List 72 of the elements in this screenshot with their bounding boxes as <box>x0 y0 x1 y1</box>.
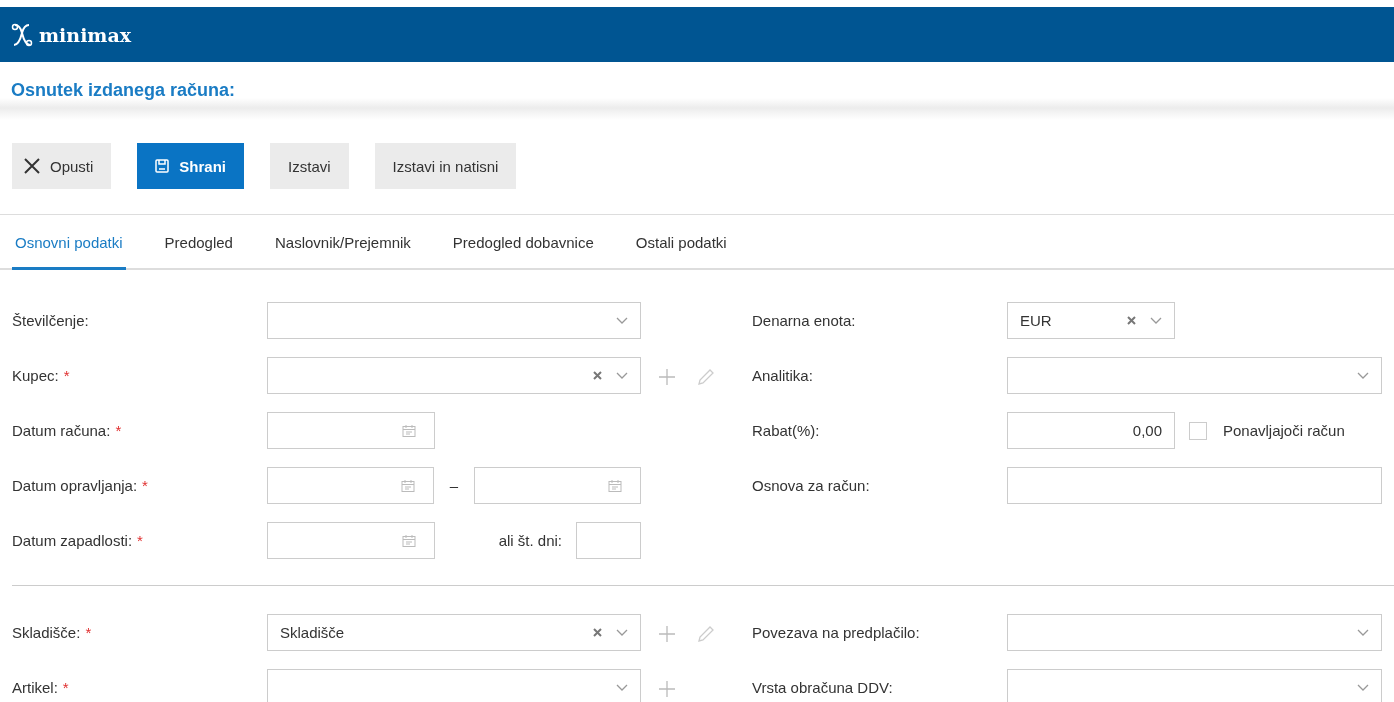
calendar-icon[interactable] <box>402 534 416 547</box>
clear-icon[interactable] <box>1127 316 1136 325</box>
calendar-icon[interactable] <box>402 424 416 437</box>
days-label: ali št. dni: <box>498 532 562 549</box>
action-button[interactable]: Izstavi in natisni <box>374 143 517 189</box>
required-mark: * <box>63 367 70 384</box>
select-field[interactable]: EUR <box>1007 302 1175 339</box>
select-field[interactable] <box>1007 614 1382 651</box>
required-mark: * <box>115 422 122 439</box>
plus-icon[interactable] <box>659 680 675 697</box>
select-field[interactable]: Skladišče <box>267 614 641 651</box>
clear-icon[interactable] <box>593 371 602 380</box>
date-field[interactable] <box>267 522 435 559</box>
save-icon <box>155 159 170 173</box>
field-label: Datum računa: <box>12 422 111 439</box>
field-label: Skladišče: <box>12 624 81 641</box>
pencil-icon[interactable] <box>697 367 715 386</box>
date-field[interactable] <box>267 412 435 449</box>
checkbox-label: Ponavljajoči račun <box>1223 422 1345 439</box>
field-label: Osnova za račun: <box>752 477 870 494</box>
date-field[interactable] <box>267 467 434 504</box>
select-field[interactable] <box>267 302 641 339</box>
select-field[interactable] <box>267 357 641 394</box>
select-field[interactable] <box>1007 669 1382 702</box>
range-dash: – <box>449 477 459 494</box>
field-label: Datum opravljanja: <box>12 477 138 494</box>
field-label: Artikel: <box>12 679 58 696</box>
chevron-down-icon[interactable] <box>1357 628 1369 637</box>
chevron-down-icon[interactable] <box>616 683 628 692</box>
calendar-icon[interactable] <box>400 479 415 492</box>
select-field[interactable] <box>267 669 641 702</box>
tab[interactable]: Naslovnik/Prejemnik <box>271 215 414 270</box>
chevron-down-icon[interactable] <box>1357 683 1369 692</box>
field-label: Denarna enota: <box>752 312 856 329</box>
clear-icon[interactable] <box>593 628 602 637</box>
required-mark: * <box>62 679 69 696</box>
plus-icon[interactable] <box>659 625 675 642</box>
chevron-down-icon[interactable] <box>616 371 628 380</box>
tab[interactable]: Ostali podatki <box>632 215 730 270</box>
text-field[interactable] <box>1007 467 1382 504</box>
page-title: Osnutek izdanega računa: <box>10 79 237 98</box>
calendar-icon[interactable] <box>608 479 622 492</box>
number-field[interactable]: 0,00 <box>1007 412 1175 449</box>
field-label: Rabat(%): <box>752 422 820 439</box>
chevron-down-icon[interactable] <box>1357 371 1369 380</box>
required-mark: * <box>142 477 148 494</box>
field-label: Datum zapadlosti: <box>12 532 133 549</box>
action-button[interactable]: Izstavi <box>270 143 349 189</box>
tab[interactable]: Osnovni podatki <box>12 215 126 270</box>
logo-text: minimax <box>39 23 132 46</box>
field-label: Številčenje: <box>12 312 89 329</box>
checkbox[interactable] <box>1189 421 1207 440</box>
field-label: Analitika: <box>752 367 813 384</box>
save-button[interactable]: Shrani <box>137 143 245 189</box>
required-mark: * <box>85 624 92 641</box>
plus-icon[interactable] <box>659 368 675 385</box>
pencil-icon[interactable] <box>697 624 715 643</box>
field-label: Povezava na predplačilo: <box>752 624 920 641</box>
required-mark: * <box>137 532 143 549</box>
date-field[interactable] <box>474 467 641 504</box>
tab[interactable]: Predogled <box>161 215 236 270</box>
chevron-down-icon[interactable] <box>1150 316 1162 325</box>
select-field[interactable] <box>1007 357 1382 394</box>
chevron-down-icon[interactable] <box>616 628 628 637</box>
logo-icon <box>11 22 33 47</box>
tab[interactable]: Predogled dobavnice <box>449 215 597 270</box>
field-label: Vrsta obračuna DDV: <box>752 679 893 696</box>
cancel-button[interactable]: Opusti <box>12 143 112 189</box>
chevron-down-icon[interactable] <box>616 316 628 325</box>
field-label: Kupec: <box>12 367 59 384</box>
close-icon <box>24 158 40 174</box>
days-field[interactable] <box>576 522 641 559</box>
